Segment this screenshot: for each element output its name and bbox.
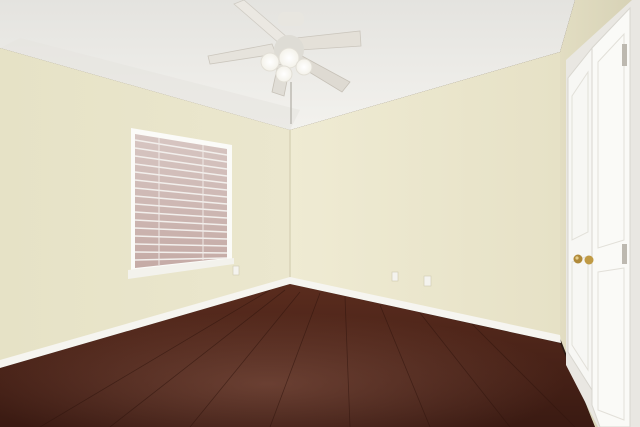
window-blinds-icon (128, 128, 234, 279)
empty-room-photo (0, 0, 640, 427)
power-outlet-icon (232, 265, 240, 276)
room-scene (0, 0, 640, 427)
power-outlet-icon (391, 271, 399, 282)
closet-door-icon (566, 0, 640, 427)
power-outlet-icon (423, 275, 432, 287)
